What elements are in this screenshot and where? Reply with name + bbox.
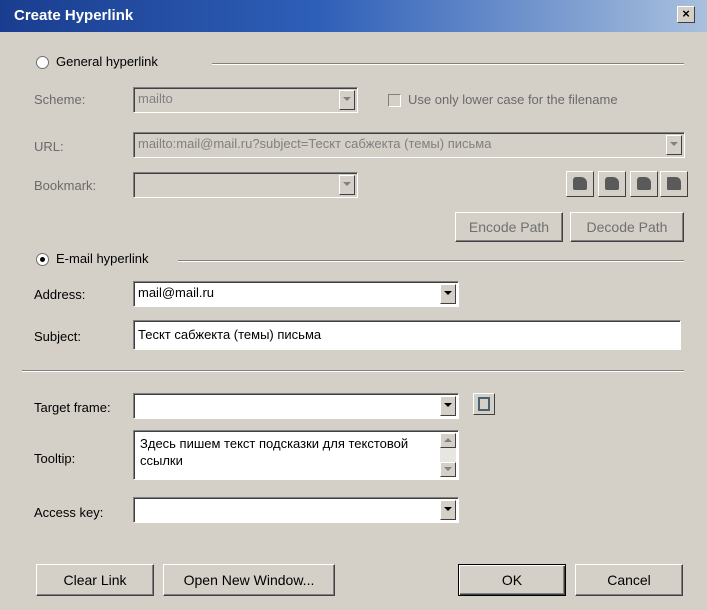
subject-label: Subject: xyxy=(34,329,81,344)
decode-path-button[interactable]: Decode Path xyxy=(570,212,684,242)
scheme-value: mailto xyxy=(138,91,173,106)
address-combobox[interactable]: mail@mail.ru xyxy=(133,281,459,307)
browse-icon xyxy=(637,177,651,190)
cancel-button[interactable]: Cancel xyxy=(575,564,683,596)
general-hyperlink-radio[interactable] xyxy=(36,56,49,69)
tooltip-scrollbar[interactable] xyxy=(440,433,456,477)
decode-path-label: Decode Path xyxy=(586,219,668,235)
folder-open-button[interactable] xyxy=(566,171,594,197)
general-hyperlink-label: General hyperlink xyxy=(56,54,158,69)
target-frame-combobox[interactable] xyxy=(133,393,459,419)
chevron-down-icon[interactable] xyxy=(440,500,456,520)
chevron-down-icon[interactable] xyxy=(339,90,355,110)
title-bar: Create Hyperlink × xyxy=(0,0,707,32)
subject-value: Тескт сабжекта (темы) письма xyxy=(138,327,322,342)
chevron-down-icon[interactable] xyxy=(440,284,456,304)
url-value: mailto:mail@mail.ru?subject=Тескт сабжек… xyxy=(138,136,492,151)
tooltip-value: Здесь пишем текст подсказки для текстово… xyxy=(140,436,409,468)
browse-button[interactable] xyxy=(630,171,658,197)
folder-open-icon xyxy=(573,177,587,190)
address-value: mail@mail.ru xyxy=(138,285,215,300)
url-label: URL: xyxy=(34,139,64,154)
chevron-down-icon[interactable] xyxy=(666,135,682,155)
encode-path-label: Encode Path xyxy=(468,219,550,235)
lowercase-checkbox-label: Use only lower case for the filename xyxy=(408,92,618,107)
scroll-down-icon[interactable] xyxy=(440,462,456,477)
cancel-label: Cancel xyxy=(607,572,651,588)
folder-button[interactable] xyxy=(598,171,626,197)
bookmark-label: Bookmark: xyxy=(34,178,97,193)
encode-path-button[interactable]: Encode Path xyxy=(455,212,563,242)
chevron-down-icon[interactable] xyxy=(339,175,355,195)
target-frame-picker-button[interactable] xyxy=(473,393,495,415)
general-group-line xyxy=(212,63,684,65)
email-hyperlink-radio[interactable] xyxy=(36,253,49,266)
scheme-label: Scheme: xyxy=(34,92,86,107)
clear-link-label: Clear Link xyxy=(63,572,127,588)
document-button[interactable] xyxy=(660,171,688,197)
open-new-window-button[interactable]: Open New Window... xyxy=(163,564,335,596)
target-frame-label: Target frame: xyxy=(34,400,111,415)
url-combobox[interactable]: mailto:mail@mail.ru?subject=Тескт сабжек… xyxy=(133,132,685,158)
frame-picker-icon xyxy=(478,397,490,411)
chevron-down-icon[interactable] xyxy=(440,396,456,416)
close-button[interactable]: × xyxy=(677,6,695,23)
access-key-label: Access key: xyxy=(34,505,104,520)
window-title: Create Hyperlink xyxy=(14,7,134,24)
section-divider xyxy=(22,370,684,372)
folder-icon xyxy=(605,177,619,190)
address-label: Address: xyxy=(34,287,86,302)
email-group-line xyxy=(178,260,684,262)
open-new-window-label: Open New Window... xyxy=(183,572,315,588)
clear-link-button[interactable]: Clear Link xyxy=(36,564,154,596)
tooltip-textarea[interactable]: Здесь пишем текст подсказки для текстово… xyxy=(133,430,459,480)
scroll-up-icon[interactable] xyxy=(440,433,456,448)
ok-label: OK xyxy=(501,572,523,588)
subject-input[interactable]: Тескт сабжекта (темы) письма xyxy=(133,320,681,350)
document-icon xyxy=(667,177,681,190)
lowercase-checkbox[interactable] xyxy=(388,94,401,107)
access-key-combobox[interactable] xyxy=(133,497,459,523)
email-hyperlink-label: E-mail hyperlink xyxy=(56,251,149,266)
scheme-select[interactable]: mailto xyxy=(133,87,358,113)
close-icon: × xyxy=(682,6,690,21)
tooltip-label: Tooltip: xyxy=(34,451,76,466)
ok-button[interactable]: OK xyxy=(458,564,566,596)
bookmark-select[interactable] xyxy=(133,172,358,198)
